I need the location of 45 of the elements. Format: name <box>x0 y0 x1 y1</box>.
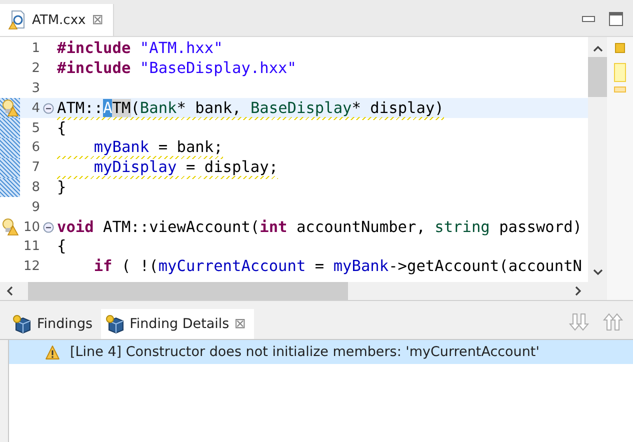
code-text: #include "ATM.hxx" <box>57 40 223 58</box>
close-icon[interactable]: ⊠ <box>234 316 246 332</box>
warning-icon <box>45 344 60 360</box>
line-number: 8 <box>30 180 40 195</box>
code-text: void ATM::viewAccount(int accountNumber, string password) <box>57 218 582 236</box>
code-text: if ( !(myCurrentAccount = myBank->getAccount(accountN <box>92 258 582 276</box>
line-number: 6 <box>30 140 40 156</box>
code-text: myDisplay = display; <box>92 159 278 176</box>
maximize-icon[interactable] <box>609 12 623 26</box>
scroll-left-icon[interactable] <box>6 286 14 296</box>
finding-text: [Line 4] Constructor does not initialize members: 'myCurrentAccount' <box>70 344 540 360</box>
panel-tab[interactable]: Finding Details ⊠ <box>100 309 254 339</box>
code-text: #include "BaseDisplay.hxx" <box>57 60 296 78</box>
collapse-icon[interactable] <box>42 102 54 114</box>
code-text: myBank = bank; <box>92 139 223 156</box>
line-number: 4 <box>30 100 40 116</box>
line-number: 12 <box>22 259 40 274</box>
line-number: 7 <box>30 160 40 176</box>
line-number: 5 <box>30 120 40 136</box>
line-number: 1 <box>30 41 40 56</box>
overview-annotation-icon <box>614 63 626 93</box>
file-tab[interactable]: ATM.cxx ⊠ <box>0 4 114 36</box>
line-number: 9 <box>30 200 40 215</box>
finding-row[interactable]: [Line 4] Constructor does not initialize members: 'myCurrentAccount' <box>9 340 633 364</box>
line-number: 3 <box>30 80 40 96</box>
overview-warning-icon <box>615 43 625 53</box>
line-number: 10 <box>22 220 40 235</box>
code-text: ATM::ATM(Bank* bank, BaseDisplay* display) <box>57 100 444 117</box>
line-number: 11 <box>22 239 40 254</box>
scroll-up-icon[interactable] <box>592 45 602 53</box>
minimize-icon[interactable] <box>582 16 595 22</box>
cube-gear-icon <box>12 314 32 334</box>
collapse-icon[interactable] <box>42 222 54 233</box>
close-icon[interactable]: ⊠ <box>92 12 104 28</box>
code-text: { <box>57 120 66 137</box>
code-text: { <box>57 238 66 256</box>
c-file-warning-icon <box>8 10 26 30</box>
panel-tab[interactable]: Findings <box>8 309 101 339</box>
scroll-down-icon[interactable] <box>592 268 602 276</box>
horizontal-scrollbar-thumb[interactable] <box>28 282 348 300</box>
code-text: } <box>57 178 66 196</box>
scroll-right-icon[interactable] <box>574 286 582 296</box>
cube-gear-icon <box>104 314 125 334</box>
line-number: 2 <box>30 61 40 76</box>
vertical-scrollbar-thumb[interactable] <box>588 57 607 97</box>
